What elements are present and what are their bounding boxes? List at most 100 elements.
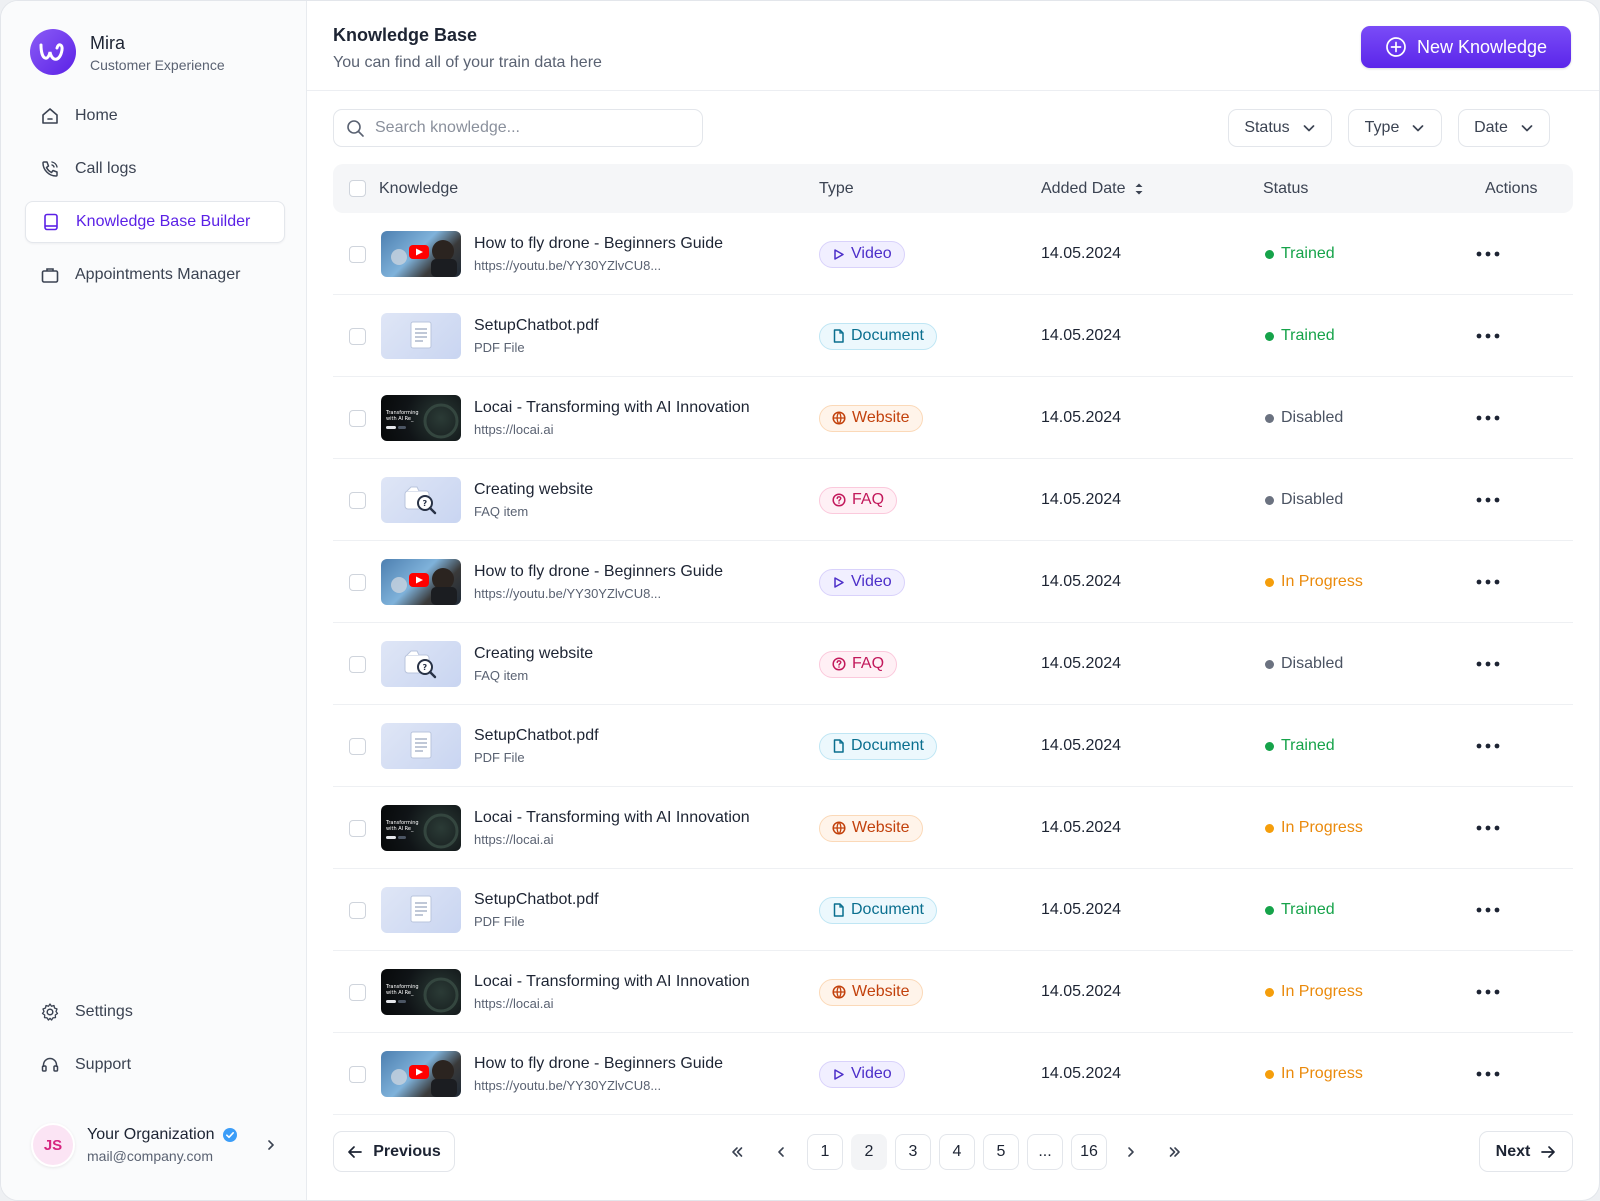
- knowledge-source: https://locai.ai: [474, 996, 554, 1011]
- prev-page-icon[interactable]: [763, 1134, 799, 1170]
- chevron-down-icon: [1520, 121, 1534, 135]
- knowledge-title[interactable]: Creating website: [474, 645, 593, 663]
- page-number-button[interactable]: 3: [895, 1134, 931, 1170]
- column-actions: Actions: [1485, 179, 1538, 197]
- type-badge: FAQ: [819, 486, 898, 514]
- status-filter-dropdown[interactable]: Status: [1228, 109, 1332, 147]
- knowledge-title[interactable]: Locai - Transforming with AI Innovation: [474, 973, 750, 991]
- knowledge-title[interactable]: SetupChatbot.pdf: [474, 727, 599, 745]
- more-actions-icon[interactable]: [1476, 661, 1500, 667]
- page-number-button[interactable]: 1: [807, 1134, 843, 1170]
- row-checkbox[interactable]: [349, 409, 366, 427]
- page-number-button[interactable]: 2: [851, 1134, 887, 1170]
- sidebar-item-knowledge-base-builder[interactable]: Knowledge Base Builder: [25, 201, 285, 243]
- row-checkbox[interactable]: [349, 819, 366, 837]
- filter-label: Date: [1474, 119, 1508, 136]
- knowledge-title[interactable]: Locai - Transforming with AI Innovation: [474, 399, 750, 417]
- sidebar-item-call-logs[interactable]: Call logs: [25, 148, 285, 190]
- row-checkbox[interactable]: [349, 245, 366, 263]
- table-row[interactable]: SetupChatbot.pdf PDF File Document 14.05…: [333, 869, 1573, 951]
- row-checkbox[interactable]: [349, 901, 366, 919]
- type-filter-dropdown[interactable]: Type: [1348, 109, 1442, 147]
- play-icon: [832, 576, 845, 589]
- knowledge-title[interactable]: Creating website: [474, 481, 593, 499]
- more-actions-icon[interactable]: [1476, 497, 1500, 503]
- table-row[interactable]: ? Creating website FAQ item FAQ 14.05.20…: [333, 623, 1573, 705]
- row-checkbox[interactable]: [349, 655, 366, 673]
- row-checkbox[interactable]: [349, 573, 366, 591]
- previous-button[interactable]: Previous: [333, 1131, 455, 1172]
- table-row[interactable]: How to fly drone - Beginners Guide https…: [333, 1033, 1573, 1115]
- sidebar-item-label: Knowledge Base Builder: [76, 213, 251, 230]
- status-dot-icon: [1265, 659, 1274, 669]
- next-button[interactable]: Next: [1479, 1131, 1573, 1172]
- row-checkbox[interactable]: [349, 1065, 366, 1083]
- sidebar-item-settings[interactable]: Settings: [25, 991, 285, 1033]
- chevron-right-icon[interactable]: [261, 1135, 281, 1155]
- added-date: 14.05.2024: [1041, 327, 1122, 344]
- svg-text:with AI Re_: with AI Re_: [386, 990, 414, 996]
- column-added-date[interactable]: Added Date: [1041, 164, 1144, 213]
- page-number-button[interactable]: 4: [939, 1134, 975, 1170]
- more-actions-icon[interactable]: [1476, 251, 1500, 257]
- filter-label: Type: [1364, 119, 1400, 136]
- select-all-checkbox[interactable]: [349, 180, 366, 197]
- svg-text:with AI Re_: with AI Re_: [386, 416, 414, 422]
- knowledge-title[interactable]: How to fly drone - Beginners Guide: [474, 235, 723, 253]
- date-filter-dropdown[interactable]: Date: [1458, 109, 1550, 147]
- knowledge-title[interactable]: Locai - Transforming with AI Innovation: [474, 809, 750, 827]
- more-actions-icon[interactable]: [1476, 825, 1500, 831]
- type-badge: Website: [819, 978, 923, 1006]
- knowledge-source: https://youtu.be/YY30YZlvCU8...: [474, 586, 662, 601]
- more-actions-icon[interactable]: [1476, 415, 1500, 421]
- first-page-icon[interactable]: [719, 1134, 755, 1170]
- last-page-icon[interactable]: [1157, 1134, 1193, 1170]
- table-row[interactable]: SetupChatbot.pdf PDF File Document 14.05…: [333, 705, 1573, 787]
- page-number-button[interactable]: 16: [1071, 1134, 1107, 1170]
- knowledge-title[interactable]: How to fly drone - Beginners Guide: [474, 1055, 723, 1073]
- search-input[interactable]: [375, 119, 695, 137]
- table-row[interactable]: SetupChatbot.pdf PDF File Document 14.05…: [333, 295, 1573, 377]
- row-checkbox[interactable]: [349, 327, 366, 345]
- column-type: Type: [819, 179, 854, 197]
- table-row[interactable]: How to fly drone - Beginners Guide https…: [333, 541, 1573, 623]
- sidebar-item-label: Appointments Manager: [75, 266, 241, 283]
- more-actions-icon[interactable]: [1476, 579, 1500, 585]
- profile-card[interactable]: JS Your Organization mail@company.com: [31, 1121, 281, 1169]
- knowledge-title[interactable]: SetupChatbot.pdf: [474, 891, 599, 909]
- table-row[interactable]: Transforming with AI Re_ Locai - Transfor…: [333, 787, 1573, 869]
- knowledge-title[interactable]: SetupChatbot.pdf: [474, 317, 599, 335]
- more-actions-icon[interactable]: [1476, 989, 1500, 995]
- table-row[interactable]: Transforming with AI Re_ Locai - Transfor…: [333, 377, 1573, 459]
- globe-icon: [832, 411, 846, 425]
- page-number-button[interactable]: 5: [983, 1134, 1019, 1170]
- table-row[interactable]: How to fly drone - Beginners Guide https…: [333, 213, 1573, 295]
- search-box[interactable]: [333, 109, 703, 147]
- row-checkbox[interactable]: [349, 737, 366, 755]
- more-actions-icon[interactable]: [1476, 743, 1500, 749]
- next-page-icon[interactable]: [1113, 1134, 1149, 1170]
- row-checkbox[interactable]: [349, 491, 366, 509]
- table-row[interactable]: ? Creating website FAQ item FAQ 14.05.20…: [333, 459, 1573, 541]
- next-label: Next: [1495, 1142, 1531, 1160]
- new-knowledge-button[interactable]: New Knowledge: [1361, 26, 1571, 68]
- file-icon: [832, 739, 845, 753]
- knowledge-title[interactable]: How to fly drone - Beginners Guide: [474, 563, 723, 581]
- column-added-date-label: Added Date: [1041, 179, 1126, 197]
- question-circle-icon: [832, 493, 846, 507]
- type-label: Video: [851, 1065, 892, 1082]
- page-subtitle: You can find all of your train data here: [333, 54, 602, 71]
- status-badge: Trained: [1265, 737, 1335, 755]
- avatar: JS: [31, 1123, 75, 1167]
- more-actions-icon[interactable]: [1476, 333, 1500, 339]
- table-row[interactable]: Transforming with AI Re_ Locai - Transfor…: [333, 951, 1573, 1033]
- more-actions-icon[interactable]: [1476, 907, 1500, 913]
- row-checkbox[interactable]: [349, 983, 366, 1001]
- more-actions-icon[interactable]: [1476, 1071, 1500, 1077]
- doc-thumbnail: [381, 723, 461, 769]
- sidebar-item-home[interactable]: Home: [25, 95, 285, 137]
- status-dot-icon: [1265, 823, 1274, 833]
- brand[interactable]: Mira Customer Experience: [30, 29, 225, 75]
- sidebar-item-support[interactable]: Support: [25, 1044, 285, 1086]
- sidebar-item-appointments-manager[interactable]: Appointments Manager: [25, 254, 285, 296]
